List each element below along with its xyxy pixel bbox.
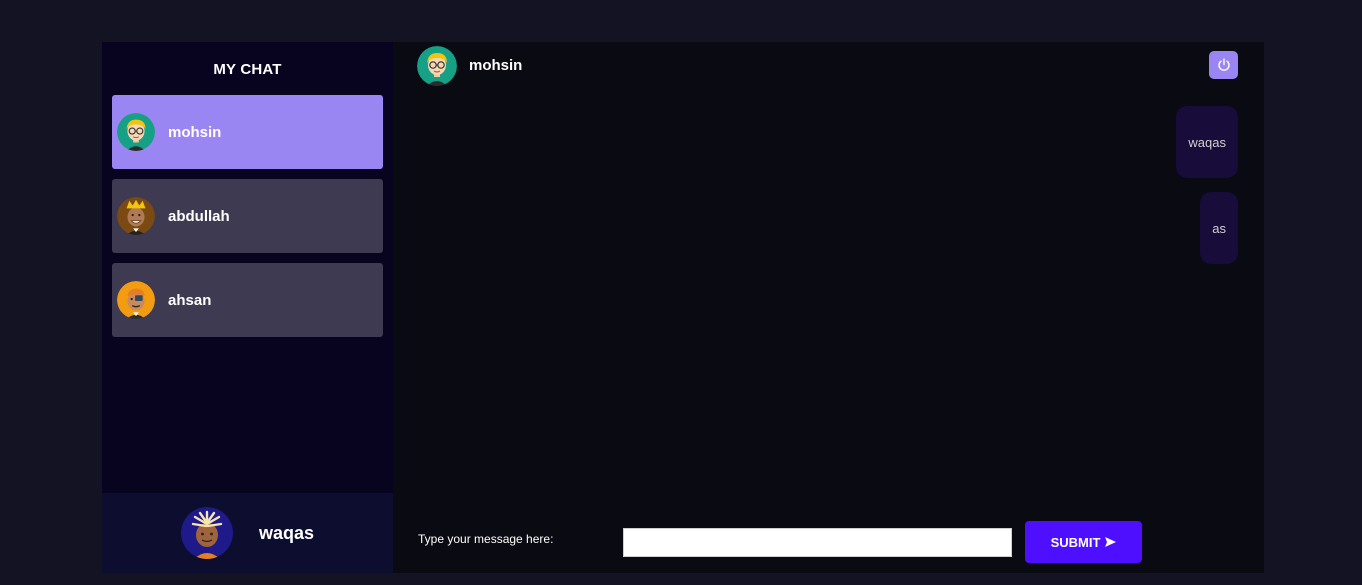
avatar-dreadlocks-icon <box>180 507 233 559</box>
message-list: waqas as <box>417 106 1238 278</box>
chat-contact-name: mohsin <box>469 57 523 74</box>
power-icon <box>1217 58 1230 71</box>
message-input-label: Type your message here: <box>418 532 554 546</box>
contact-name: ahsan <box>168 291 212 309</box>
chat-panel: mohsin waqas as Type your message here: … <box>393 42 1264 573</box>
contact-name: mohsin <box>168 123 222 141</box>
avatar-crown-icon <box>117 197 155 235</box>
submit-label: SUBMIT <box>1050 534 1101 550</box>
chat-app: MY CHAT mohsin abdullah ahsan waqas mohs… <box>102 42 1264 573</box>
message-bubble: as <box>1200 192 1238 264</box>
send-icon <box>1105 537 1117 547</box>
logout-button[interactable] <box>1209 51 1238 79</box>
contact-item-ahsan[interactable]: ahsan <box>112 263 383 337</box>
current-user-name: waqas <box>258 522 315 543</box>
contact-item-mohsin[interactable]: mohsin <box>112 95 383 169</box>
contact-list: mohsin abdullah ahsan <box>102 95 393 337</box>
avatar-eyepatch-icon <box>117 281 155 319</box>
avatar-glasses-blonde-icon <box>117 113 155 151</box>
contact-name: abdullah <box>168 207 230 225</box>
message-bubble: waqas <box>1176 106 1238 178</box>
chat-header: mohsin <box>393 42 1264 89</box>
submit-button[interactable]: SUBMIT <box>1025 521 1142 563</box>
contact-item-abdullah[interactable]: abdullah <box>112 179 383 253</box>
chat-avatar-icon <box>417 45 457 86</box>
current-user-panel: waqas <box>102 493 393 573</box>
message-input[interactable] <box>623 528 1012 557</box>
message-composer: Type your message here: SUBMIT <box>393 513 1264 573</box>
brand-title: MY CHAT <box>213 61 282 78</box>
contacts-sidebar: MY CHAT mohsin abdullah ahsan waqas <box>102 42 393 573</box>
